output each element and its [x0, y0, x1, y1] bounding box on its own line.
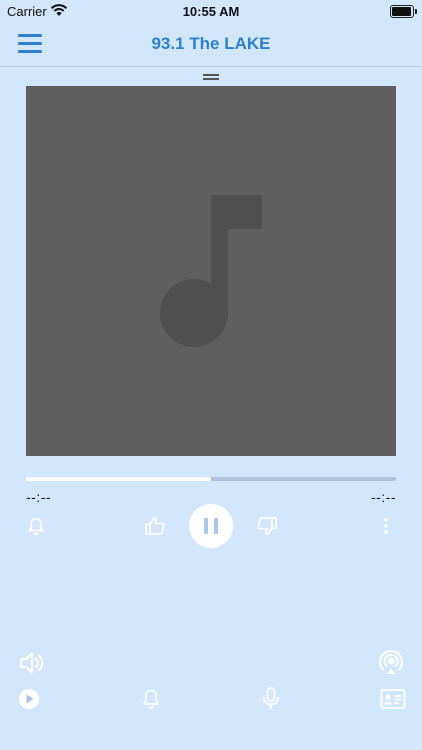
more-options-button[interactable] [378, 516, 394, 536]
contact-button[interactable] [380, 687, 406, 711]
nav-bar: 93.1 The LAKE [0, 24, 422, 67]
elapsed-time: --:-- [26, 489, 52, 505]
contact-card-icon [380, 689, 406, 709]
status-time: 10:55 AM [182, 4, 240, 19]
battery-icon [390, 5, 417, 18]
microphone-icon [263, 687, 279, 710]
alarm-bottom-button[interactable] [140, 688, 162, 710]
progress-fill [26, 477, 211, 481]
status-bar: Carrier 10:55 AM [0, 0, 422, 24]
album-artwork [26, 86, 396, 456]
thumbs-down-button[interactable] [256, 515, 278, 537]
thumbs-up-button[interactable] [144, 515, 166, 537]
alarm-icon [143, 689, 159, 709]
play-button[interactable] [18, 688, 40, 710]
thumbs-down-icon [257, 517, 277, 535]
alarm-icon [28, 517, 44, 536]
volume-icon [20, 652, 44, 674]
thumbs-up-icon [145, 517, 165, 535]
music-note-icon [160, 195, 262, 347]
volume-button[interactable] [18, 650, 46, 676]
drag-handle[interactable] [203, 74, 219, 80]
progress-slider[interactable] [26, 477, 396, 481]
microphone-button[interactable] [261, 686, 281, 712]
airplay-button[interactable] [377, 649, 405, 677]
remaining-time: --:-- [370, 489, 396, 505]
airplay-icon [379, 650, 403, 674]
pause-button[interactable] [189, 504, 233, 548]
station-title: 93.1 The LAKE [151, 34, 271, 53]
play-circle-icon [19, 689, 39, 709]
alarm-button[interactable] [26, 516, 46, 536]
more-icon [384, 518, 388, 534]
